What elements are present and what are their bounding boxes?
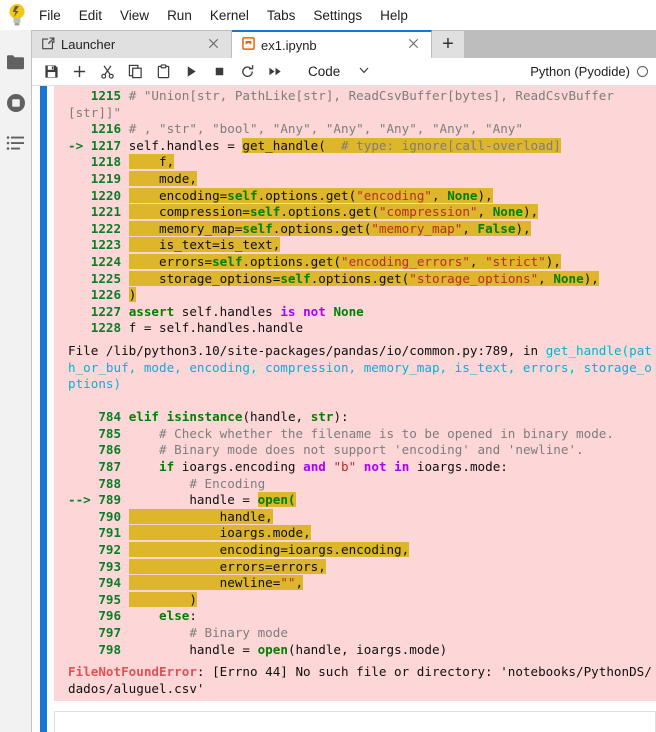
traceback-line: 797 # Binary mode <box>90 625 288 640</box>
menu-bar: File Edit View Run Kernel Tabs Settings … <box>0 0 656 30</box>
main-dock: Launcher ex1.ipynb + Code Python (Pyodid… <box>32 30 656 732</box>
play-icon <box>187 66 196 77</box>
scissors-icon <box>100 65 114 79</box>
traceback-line: 1227 assert self.handles is not None <box>90 303 364 319</box>
traceback-line: 784 elif isinstance(handle, str): <box>90 409 349 425</box>
tab-label: ex1.ipynb <box>261 37 317 53</box>
traceback-line: 788 # Encoding <box>90 475 266 491</box>
menu-help[interactable]: Help <box>371 5 417 26</box>
traceback-line: 796 else: <box>90 608 197 624</box>
kernel-indicator[interactable]: Python (Pyodide) <box>530 64 650 79</box>
interrupt-kernel-button[interactable] <box>206 60 232 84</box>
sidebar-item-running-kernels[interactable] <box>0 84 32 124</box>
traceback-line: 1216 # , "str", "bool", "Any", "Any", "A… <box>90 121 523 137</box>
jupyter-logo-icon <box>4 2 30 28</box>
activity-sidebar <box>0 30 32 732</box>
traceback-line: --> 789 handle = open( <box>68 492 296 508</box>
traceback-line: 1220 encoding=self.options.get("encoding… <box>90 187 493 203</box>
notebook-output-area: 1215 # "Union[str, PathLike[str], ReadCs… <box>32 86 656 732</box>
folder-icon <box>6 54 25 74</box>
restart-kernel-button[interactable] <box>234 60 260 84</box>
clipboard-icon <box>157 64 169 79</box>
stop-icon <box>215 67 223 76</box>
output-spacer <box>54 701 656 712</box>
restart-and-run-all-button[interactable] <box>262 60 288 84</box>
menu-settings[interactable]: Settings <box>304 5 371 26</box>
sidebar-item-table-of-contents[interactable] <box>0 124 32 164</box>
copy-cell-button[interactable] <box>122 60 148 84</box>
next-cell-placeholder[interactable] <box>54 711 656 732</box>
close-icon[interactable] <box>407 37 423 53</box>
cut-cell-button[interactable] <box>94 60 120 84</box>
kernel-idle-circle-icon <box>637 66 648 77</box>
traceback-line: 798 handle = open(handle, ioargs.mode) <box>90 641 448 657</box>
traceback-line: 1215 # "Union[str, PathLike[str], ReadCs… <box>90 88 614 103</box>
cell-type-value: Code <box>308 64 341 79</box>
traceback-line: 1226 ) <box>90 287 137 303</box>
error-type: FileNotFoundError <box>68 664 197 680</box>
traceback-file-path: File /lib/python3.10/site-packages/panda… <box>68 342 652 392</box>
traceback-line: 787 if ioargs.encoding and "b" not in io… <box>90 459 508 475</box>
notebook-toolbar: Code Python (Pyodide) <box>32 58 656 86</box>
error-summary: FileNotFoundError: [Errno 44] No such fi… <box>54 662 656 702</box>
fast-forward-icon <box>268 67 281 76</box>
traceback-line: 1219 mode, <box>90 170 197 186</box>
traceback-block-1: 1215 # "Union[str, PathLike[str], ReadCs… <box>54 86 656 341</box>
menu-edit[interactable]: Edit <box>70 5 111 26</box>
run-cell-button[interactable] <box>178 60 204 84</box>
paste-cell-button[interactable] <box>150 60 176 84</box>
close-icon[interactable] <box>207 37 223 53</box>
menu-tabs[interactable]: Tabs <box>258 5 305 26</box>
menu-view[interactable]: View <box>111 5 158 26</box>
traceback-block-2: File /lib/python3.10/site-packages/panda… <box>54 340 656 663</box>
traceback-line: 794 newline="", <box>90 575 304 591</box>
active-cell-bar <box>40 86 47 732</box>
traceback-line: 1224 errors=self.options.get("encoding_e… <box>90 253 561 269</box>
list-icon <box>6 135 25 154</box>
menu-kernel[interactable]: Kernel <box>201 5 258 26</box>
new-tab-button[interactable]: + <box>432 31 464 58</box>
output-wrapper: 1215 # "Union[str, PathLike[str], ReadCs… <box>54 86 656 732</box>
tab-launcher[interactable]: Launcher <box>32 31 232 58</box>
traceback-line: 791 ioargs.mode, <box>90 525 311 541</box>
traceback-line: 795 ) <box>90 591 197 607</box>
sidebar-item-file-browser[interactable] <box>0 44 32 84</box>
menu-run[interactable]: Run <box>158 5 201 26</box>
copy-icon <box>128 64 142 79</box>
cell-type-dropdown[interactable]: Code <box>304 62 374 81</box>
application-shell: Launcher ex1.ipynb + Code Python (Pyodid… <box>0 30 656 732</box>
traceback-line: 1225 storage_options=self.options.get("s… <box>90 270 599 286</box>
next-cell-input[interactable] <box>54 711 656 732</box>
plus-icon <box>73 65 85 78</box>
traceback-continuation: [str]]" <box>68 104 122 120</box>
traceback-line: 790 handle, <box>90 508 273 524</box>
tab-label: Launcher <box>61 37 116 52</box>
insert-cell-button[interactable] <box>66 60 92 84</box>
launcher-icon <box>42 37 55 53</box>
traceback-line: 1221 compression=self.options.get("compr… <box>90 204 539 220</box>
save-button[interactable] <box>38 60 64 84</box>
notebook-icon <box>242 37 255 53</box>
cell-selection-gutter[interactable] <box>32 86 54 732</box>
traceback-line: -> 1217 self.handles = get_handle( # typ… <box>68 137 561 153</box>
traceback-line: 793 errors=errors, <box>90 558 326 574</box>
stop-circle-icon <box>6 93 26 116</box>
menu-file[interactable]: File <box>30 5 70 26</box>
traceback-line: 786 # Binary mode does not support 'enco… <box>90 442 584 458</box>
traceback-line: 1222 memory_map=self.options.get("memory… <box>90 220 531 236</box>
chevron-down-icon <box>358 64 370 79</box>
traceback-line: 785 # Check whether the filename is to b… <box>90 425 614 441</box>
traceback-line: 1218 f, <box>90 154 175 170</box>
save-icon <box>44 65 58 78</box>
restart-icon <box>241 65 253 77</box>
traceback-line: 1228 f = self.handles.handle <box>90 320 304 336</box>
kernel-name: Python (Pyodide) <box>530 64 630 79</box>
traceback-line: 1223 is_text=is_text, <box>90 237 281 253</box>
tab-ex1-ipynb[interactable]: ex1.ipynb <box>232 30 432 58</box>
tab-bar: Launcher ex1.ipynb + <box>32 30 656 58</box>
traceback-line: 792 encoding=ioargs.encoding, <box>90 542 410 558</box>
